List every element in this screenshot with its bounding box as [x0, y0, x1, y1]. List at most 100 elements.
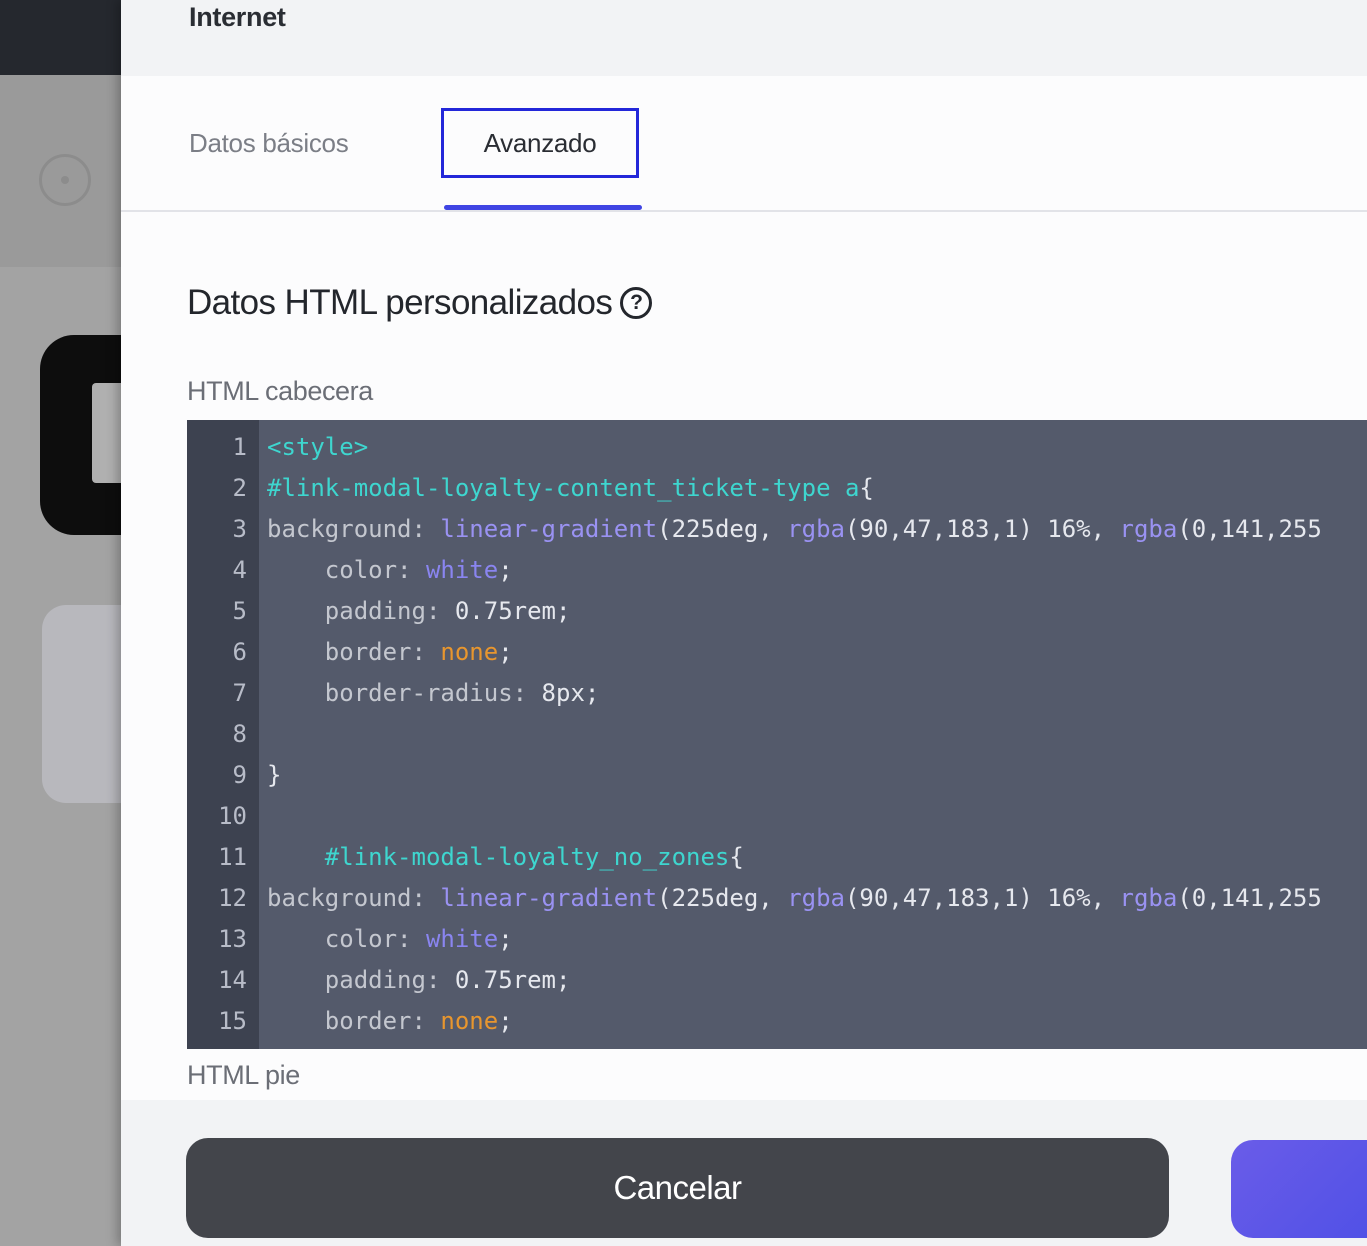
line-number: 11: [218, 842, 247, 871]
tab-advanced[interactable]: Avanzado: [441, 108, 639, 178]
code-token: linear-gradient: [440, 883, 658, 912]
line-number: 14: [218, 965, 247, 994]
line-number: 9: [232, 760, 247, 789]
settings-modal: Internet Datos básicos Avanzado Datos HT…: [121, 0, 1367, 1246]
code-token: white: [425, 924, 499, 953]
code-line: 6 border: none;: [187, 631, 1367, 672]
tab-basic-data[interactable]: Datos básicos: [189, 128, 349, 159]
line-number: 2: [232, 473, 247, 502]
code-text: background: linear-gradient(225deg, rgba…: [267, 515, 1322, 543]
code-line: 14 padding: 0.75rem;: [187, 959, 1367, 1000]
active-tab-indicator: [444, 205, 642, 210]
code-token: border:: [267, 1006, 441, 1035]
code-token: 0.75rem;: [454, 596, 571, 625]
background-topbar: [0, 0, 121, 75]
code-token: rgba: [1119, 883, 1178, 912]
code-token: border-radius:: [267, 678, 542, 707]
html-head-code-editor[interactable]: 1 <style> 2 #link-modal-loyalty-content_tic…: [187, 420, 1367, 1049]
code-token: none: [440, 1006, 499, 1035]
code-line: 11 #link-modal-loyalty_no_zones{: [187, 836, 1367, 877]
code-token: color:: [267, 924, 426, 953]
line-number: 7: [232, 678, 247, 707]
line-number: 12: [218, 883, 247, 912]
code-token: #link-modal-loyalty_no_zones: [267, 842, 730, 871]
tab-bar: Datos básicos Avanzado: [121, 76, 1367, 212]
code-text: border: none;: [267, 638, 513, 666]
cancel-button-label: Cancelar: [613, 1169, 742, 1206]
code-token: none: [440, 637, 499, 666]
code-text: }: [267, 761, 281, 789]
code-text: #link-modal-loyalty-content_ticket-type …: [267, 474, 874, 502]
code-token: rgba: [1119, 514, 1178, 543]
line-number: 3: [232, 514, 247, 543]
code-token: linear-gradient: [440, 514, 658, 543]
code-text: color: white;: [267, 556, 513, 584]
code-token: white: [425, 555, 499, 584]
code-token: #link-modal-loyalty-content_ticket-type …: [267, 473, 860, 502]
code-line: 5 padding: 0.75rem;: [187, 590, 1367, 631]
code-token: ;: [498, 555, 513, 584]
cancel-button[interactable]: Cancelar: [186, 1138, 1169, 1238]
code-line: 3 background: linear-gradient(225deg, rgb…: [187, 508, 1367, 549]
code-text: border: none;: [267, 1007, 513, 1035]
modal-footer: Cancelar: [121, 1100, 1367, 1246]
section-title: Datos HTML personalizados ?: [187, 283, 653, 323]
save-button[interactable]: [1231, 1140, 1367, 1238]
code-line: 9}: [187, 754, 1367, 795]
code-token: rgba: [787, 514, 845, 543]
code-token: (225deg,: [657, 883, 788, 912]
code-text: padding: 0.75rem;: [267, 596, 571, 625]
code-text: color: white;: [267, 925, 513, 953]
code-token: background:: [267, 883, 441, 912]
code-line: 8: [187, 713, 1367, 754]
code-token: 0.75rem;: [454, 965, 571, 994]
line-number: 13: [218, 924, 247, 953]
code-token: (90,47,183,1) 16%,: [844, 514, 1120, 543]
code-token: }: [267, 760, 282, 789]
modal-header: Internet: [121, 0, 1367, 76]
code-token: border:: [267, 637, 441, 666]
html-head-label: HTML cabecera: [187, 376, 373, 406]
background-clock-icon: [39, 154, 91, 206]
code-line: 10: [187, 795, 1367, 836]
code-token: (0,141,255: [1177, 883, 1322, 912]
code-token: ;: [498, 1006, 513, 1035]
code-token: 8px;: [541, 678, 600, 707]
line-number: 5: [232, 596, 247, 625]
code-line: 13 color: white;: [187, 918, 1367, 959]
code-text: #link-modal-loyalty_no_zones{: [267, 843, 744, 871]
code-token: rgba: [787, 883, 845, 912]
code-line: 15 border: none;: [187, 1000, 1367, 1041]
code-token: (225deg,: [657, 514, 788, 543]
line-number: 10: [218, 801, 247, 830]
code-token: padding:: [267, 965, 455, 994]
code-token: (0,141,255: [1177, 514, 1322, 543]
html-foot-label: HTML pie: [187, 1060, 300, 1090]
tab-advanced-label: Avanzado: [483, 127, 597, 158]
code-token: background:: [267, 514, 441, 543]
code-text: padding: 0.75rem;: [267, 965, 571, 994]
code-line: 4 color: white;: [187, 549, 1367, 590]
line-number: 6: [232, 637, 247, 666]
code-line: 2 #link-modal-loyalty-content_ticket-type…: [187, 467, 1367, 508]
code-token: {: [729, 842, 744, 871]
code-token: <style>: [267, 432, 369, 461]
section-title-text: Datos HTML personalizados: [187, 283, 613, 322]
help-icon[interactable]: ?: [620, 287, 653, 319]
code-token: padding:: [267, 596, 455, 625]
code-text: <style>: [267, 433, 368, 461]
code-text: border-radius: 8px;: [267, 678, 600, 707]
code-line: 7 border-radius: 8px;: [187, 672, 1367, 713]
line-number: 8: [232, 719, 247, 748]
code-line: 12 background: linear-gradient(225deg, rg…: [187, 877, 1367, 918]
code-token: {: [859, 473, 874, 502]
line-number: 1: [232, 432, 247, 461]
code-line: 1 <style>: [187, 426, 1367, 467]
code-token: ;: [498, 924, 513, 953]
modal-title: Internet: [189, 2, 286, 32]
line-number: 15: [218, 1006, 247, 1035]
code-token: ;: [498, 637, 513, 666]
code-token: (90,47,183,1) 16%,: [844, 883, 1120, 912]
code-text: background: linear-gradient(225deg, rgba…: [267, 884, 1322, 912]
code-token: color:: [267, 555, 426, 584]
